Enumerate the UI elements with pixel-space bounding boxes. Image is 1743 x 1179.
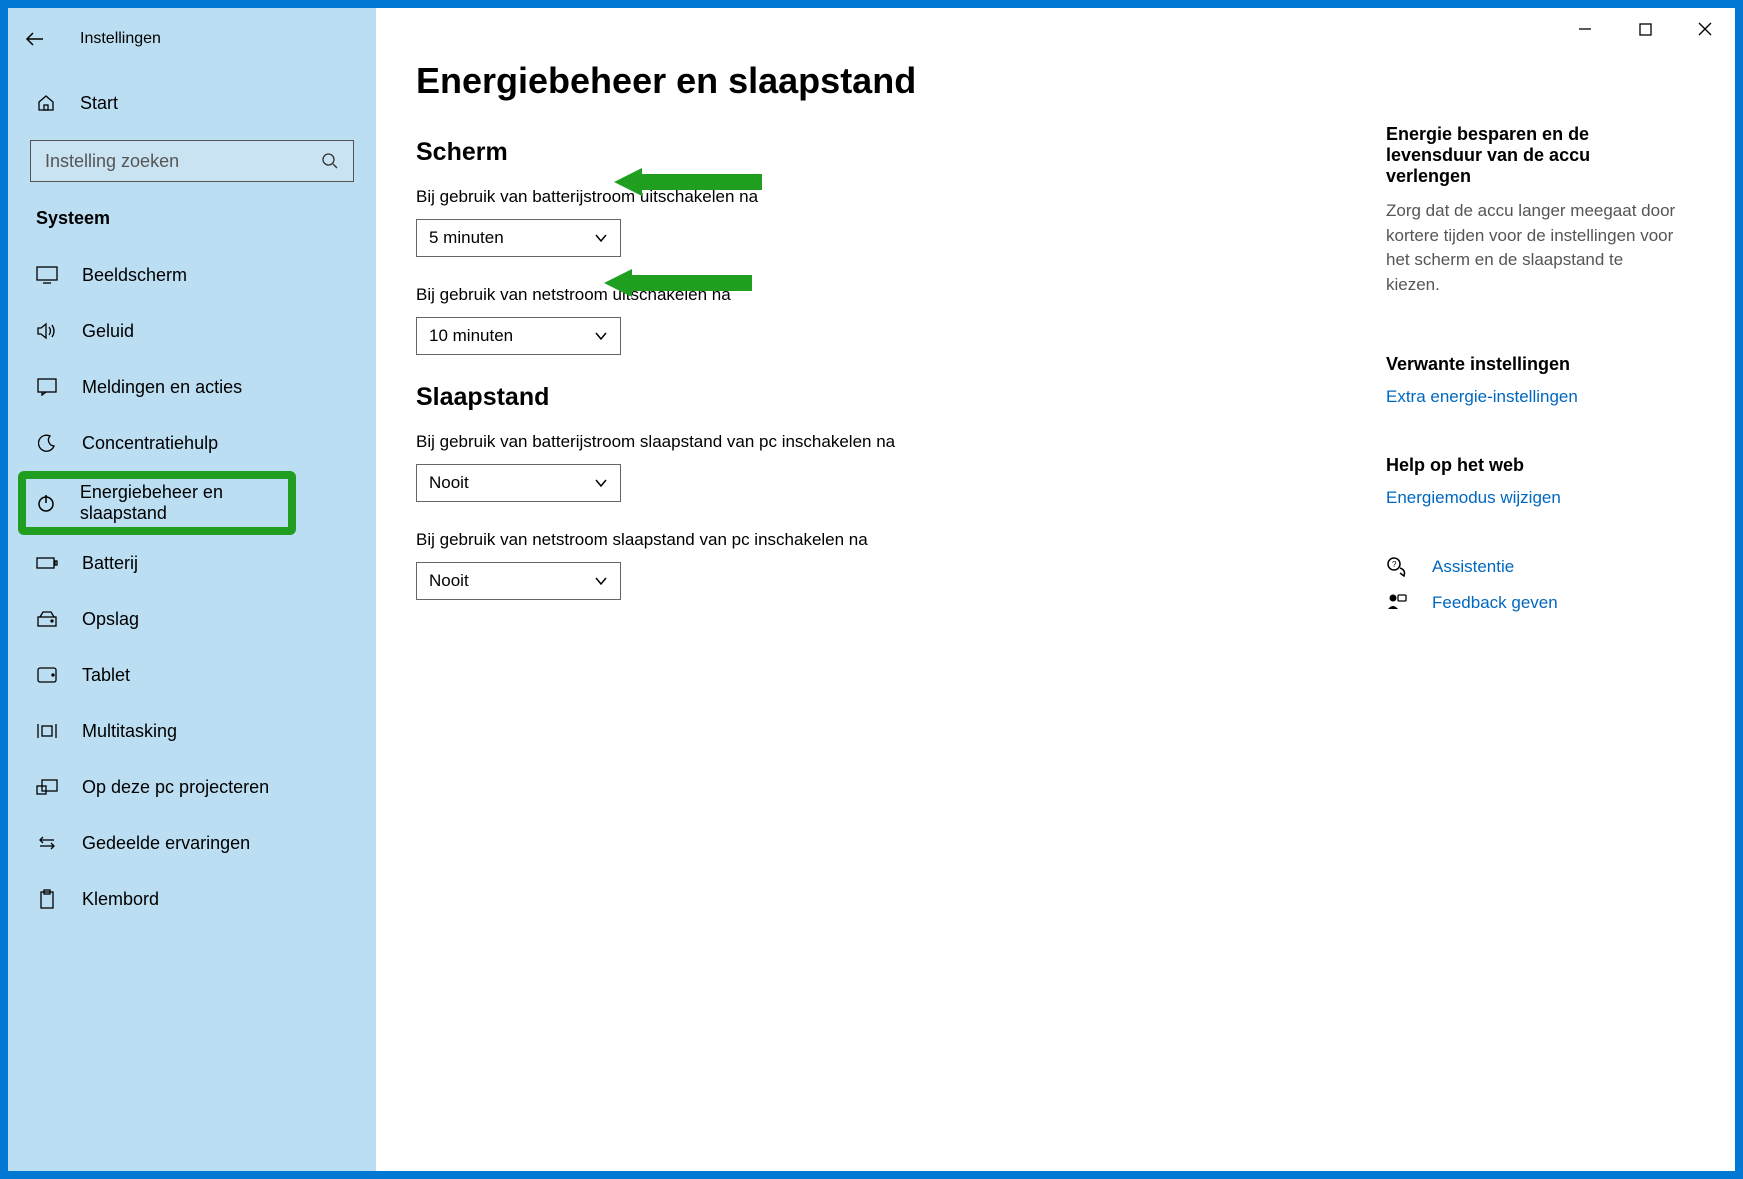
notifications-icon: [36, 376, 58, 398]
sidebar-item-sound[interactable]: Geluid: [8, 303, 376, 359]
chevron-down-icon: [594, 231, 608, 245]
annotation-arrow: [614, 168, 762, 196]
chevron-down-icon: [594, 574, 608, 588]
battery-icon: [36, 552, 58, 574]
sidebar-item-multitasking[interactable]: Multitasking: [8, 703, 376, 759]
sleep-plugged-value: Nooit: [429, 571, 469, 591]
sidebar-item-display[interactable]: Beeldscherm: [8, 247, 376, 303]
help-block: Help op het web Energiemodus wijzigen: [1386, 455, 1676, 508]
sidebar-item-label: Concentratiehulp: [82, 433, 218, 454]
sleep-section-heading: Slaapstand: [416, 383, 1036, 412]
sidebar-item-label: Geluid: [82, 321, 134, 342]
multitasking-icon: [36, 720, 58, 742]
sidebar-section-title: Systeem: [8, 200, 376, 247]
search-input[interactable]: [45, 151, 321, 172]
settings-window: Instellingen Start Systeem Beeldscherm G…: [8, 8, 1735, 1171]
help-link[interactable]: Energiemodus wijzigen: [1386, 488, 1676, 508]
sound-icon: [36, 320, 58, 342]
maximize-button[interactable]: [1615, 8, 1675, 50]
sidebar-item-label: Opslag: [82, 609, 139, 630]
sleep-battery-label: Bij gebruik van batterijstroom slaapstan…: [416, 432, 1036, 452]
display-icon: [36, 264, 58, 286]
svg-text:?: ?: [1392, 560, 1397, 569]
support-row[interactable]: ? Assistentie: [1386, 556, 1676, 578]
screen-section-heading: Scherm: [416, 138, 1036, 167]
support-link[interactable]: Assistentie: [1432, 557, 1514, 577]
aside-column: Energie besparen en de levensduur van de…: [1386, 124, 1676, 628]
chevron-down-icon: [594, 329, 608, 343]
sidebar-item-label: Beeldscherm: [82, 265, 187, 286]
sleep-battery-dropdown[interactable]: Nooit: [416, 464, 621, 502]
sidebar-item-shared[interactable]: Gedeelde ervaringen: [8, 815, 376, 871]
sidebar-item-label: Batterij: [82, 553, 138, 574]
search-box[interactable]: [30, 140, 354, 182]
help-title: Help op het web: [1386, 455, 1676, 476]
sleep-battery-value: Nooit: [429, 473, 469, 493]
sidebar-item-label: Tablet: [82, 665, 130, 686]
sidebar-item-clipboard[interactable]: Klembord: [8, 871, 376, 927]
feedback-row[interactable]: Feedback geven: [1386, 592, 1676, 614]
home-button[interactable]: Start: [8, 78, 376, 128]
search-icon: [321, 152, 339, 170]
storage-icon: [36, 608, 58, 630]
minimize-button[interactable]: [1555, 8, 1615, 50]
sidebar-item-battery[interactable]: Batterij: [8, 535, 376, 591]
sidebar-item-label: Op deze pc projecteren: [82, 777, 269, 798]
sidebar-item-tablet[interactable]: Tablet: [8, 647, 376, 703]
sidebar-item-project[interactable]: Op deze pc projecteren: [8, 759, 376, 815]
page-title: Energiebeheer en slaapstand: [416, 60, 1036, 102]
close-button[interactable]: [1675, 8, 1735, 50]
sidebar-item-label: Energiebeheer en slaapstand: [80, 482, 292, 524]
help-chat-icon: ?: [1386, 556, 1408, 578]
search-wrap: [8, 128, 376, 200]
screen-battery-dropdown[interactable]: 5 minuten: [416, 219, 621, 257]
screen-battery-value: 5 minuten: [429, 228, 504, 248]
tip-title: Energie besparen en de levensduur van de…: [1386, 124, 1676, 187]
project-icon: [36, 776, 58, 798]
content-column: Energiebeheer en slaapstand Scherm Bij g…: [416, 60, 1036, 1131]
sidebar-item-label: Gedeelde ervaringen: [82, 833, 250, 854]
feedback-link[interactable]: Feedback geven: [1432, 593, 1558, 613]
sidebar-header: Instellingen: [8, 18, 376, 60]
clipboard-icon: [36, 888, 58, 910]
screen-plugged-value: 10 minuten: [429, 326, 513, 346]
sidebar-item-focus-assist[interactable]: Concentratiehulp: [8, 415, 376, 471]
window-controls: [1555, 8, 1735, 50]
tip-block: Energie besparen en de levensduur van de…: [1386, 124, 1676, 298]
sidebar-item-label: Klembord: [82, 889, 159, 910]
annotation-arrow: [604, 269, 752, 297]
sidebar-item-label: Meldingen en acties: [82, 377, 242, 398]
sidebar-item-label: Multitasking: [82, 721, 177, 742]
app-title: Instellingen: [80, 30, 161, 48]
power-icon: [36, 492, 56, 514]
home-icon: [36, 93, 56, 113]
sidebar-item-storage[interactable]: Opslag: [8, 591, 376, 647]
screen-plugged-dropdown[interactable]: 10 minuten: [416, 317, 621, 355]
tablet-icon: [36, 664, 58, 686]
sidebar: Instellingen Start Systeem Beeldscherm G…: [8, 8, 376, 1171]
tip-body: Zorg dat de accu langer meegaat door kor…: [1386, 199, 1676, 298]
main-content: Energiebeheer en slaapstand Scherm Bij g…: [376, 8, 1735, 1171]
sidebar-item-power-sleep[interactable]: Energiebeheer en slaapstand: [22, 475, 292, 531]
chevron-down-icon: [594, 476, 608, 490]
feedback-icon: [1386, 592, 1408, 614]
sleep-plugged-dropdown[interactable]: Nooit: [416, 562, 621, 600]
sidebar-item-notifications[interactable]: Meldingen en acties: [8, 359, 376, 415]
home-label: Start: [80, 93, 118, 114]
shared-icon: [36, 832, 58, 854]
moon-icon: [36, 432, 58, 454]
back-button[interactable]: [20, 24, 50, 54]
related-link[interactable]: Extra energie-instellingen: [1386, 387, 1676, 407]
related-title: Verwante instellingen: [1386, 354, 1676, 375]
sleep-plugged-label: Bij gebruik van netstroom slaapstand van…: [416, 530, 1036, 550]
related-block: Verwante instellingen Extra energie-inst…: [1386, 354, 1676, 407]
